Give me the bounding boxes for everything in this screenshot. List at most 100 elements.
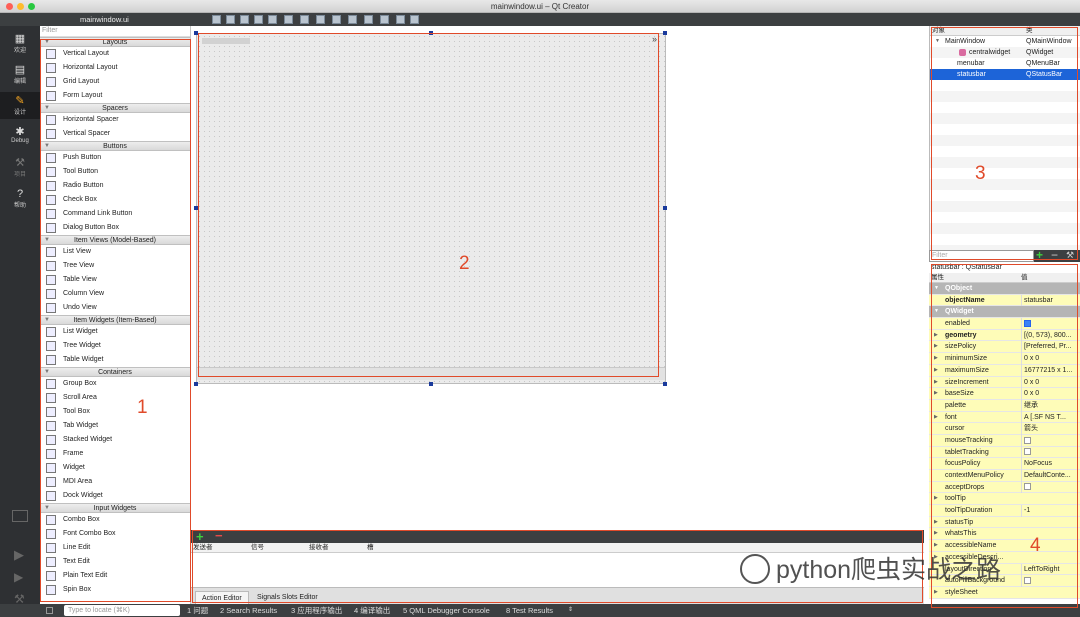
remove-connection-icon[interactable]: − bbox=[215, 528, 223, 543]
mode-design[interactable]: ✎ 设计 bbox=[0, 92, 40, 119]
property-value[interactable] bbox=[1021, 481, 1079, 494]
property-group-row[interactable]: ▼ QObject bbox=[929, 283, 1080, 295]
open-file-name[interactable]: mainwindow.ui bbox=[80, 13, 129, 26]
tab-action-editor[interactable]: Action Editor bbox=[195, 591, 249, 604]
expand-arrow-icon[interactable]: ▶ bbox=[934, 412, 938, 424]
toggle-sidebar-icon[interactable] bbox=[46, 607, 53, 614]
property-row[interactable]: ▶ maximumSize 16777215 x 1... bbox=[929, 364, 1080, 377]
property-row[interactable]: focusPolicy NoFocus bbox=[929, 458, 1080, 471]
property-checkbox[interactable] bbox=[1024, 436, 1031, 444]
property-row[interactable]: ▶ sizeIncrement 0 x 0 bbox=[929, 376, 1080, 389]
property-value[interactable]: 0 x 0 bbox=[1021, 388, 1079, 400]
toolbar-tool-icon[interactable] bbox=[226, 15, 235, 24]
widget-item[interactable]: Vertical Spacer bbox=[40, 127, 190, 141]
widget-item[interactable]: Tab Widget bbox=[40, 419, 190, 433]
mode-projects[interactable]: ⚒ 项目 bbox=[0, 154, 40, 181]
resize-handle[interactable] bbox=[663, 382, 667, 386]
toolbar-tool-icon[interactable] bbox=[410, 15, 419, 24]
property-value[interactable]: 0 x 0 bbox=[1021, 353, 1079, 365]
tab-issues[interactable]: 1 问题 bbox=[187, 604, 208, 617]
collapse-arrow-icon[interactable]: ▼ bbox=[44, 104, 50, 113]
property-row[interactable]: ▶ toolTip bbox=[929, 493, 1080, 506]
property-value[interactable]: A [.SF NS T... bbox=[1021, 411, 1079, 424]
column-class[interactable]: 类 bbox=[1026, 26, 1033, 36]
expand-arrow-icon[interactable]: ▶ bbox=[934, 353, 938, 365]
property-row[interactable]: toolTipDuration -1 bbox=[929, 505, 1080, 517]
toolbar-tool-icon[interactable] bbox=[300, 15, 309, 24]
tab-application-output[interactable]: 3 应用程序输出 bbox=[291, 604, 342, 617]
form-expand-icon[interactable]: » bbox=[652, 34, 657, 44]
property-row[interactable]: mouseTracking bbox=[929, 434, 1080, 447]
tab-signals-slots-editor[interactable]: Signals Slots Editor bbox=[251, 591, 324, 604]
toolbar-tool-icon[interactable] bbox=[332, 15, 341, 24]
object-row-menubar[interactable]: menubar QMenuBar bbox=[930, 58, 1080, 69]
toolbar-tool-icon[interactable] bbox=[268, 15, 277, 24]
widget-item[interactable]: Spin Box bbox=[40, 583, 190, 597]
column-receiver[interactable]: 接收者 bbox=[309, 543, 329, 553]
property-row[interactable]: ▶ font A [.SF NS T... bbox=[929, 411, 1080, 424]
widget-item[interactable]: Horizontal Spacer bbox=[40, 113, 190, 127]
widget-item[interactable]: Widget bbox=[40, 461, 190, 475]
column-value[interactable]: 值 bbox=[1021, 273, 1028, 283]
form-menubar-placeholder[interactable] bbox=[202, 38, 250, 44]
widget-filter-input[interactable]: Filter bbox=[40, 26, 190, 37]
tab-qml-debugger-console[interactable]: 5 QML Debugger Console bbox=[403, 604, 490, 617]
widget-category-header[interactable]: ▼ Item Views (Model-Based) bbox=[40, 235, 190, 245]
widget-item[interactable]: Tool Box bbox=[40, 405, 190, 419]
widget-item[interactable]: Scroll Area bbox=[40, 391, 190, 405]
property-row[interactable]: ▶ statusTip bbox=[929, 516, 1080, 529]
resize-handle[interactable] bbox=[429, 31, 433, 35]
debug-run-icon[interactable]: ▶ bbox=[14, 570, 23, 584]
widget-item[interactable]: Table View bbox=[40, 273, 190, 287]
column-sender[interactable]: 发送者 bbox=[193, 543, 213, 553]
expand-arrow-icon[interactable]: ▶ bbox=[934, 517, 938, 529]
property-row[interactable]: objectName statusbar bbox=[929, 294, 1080, 307]
add-property-icon[interactable]: + bbox=[1036, 248, 1043, 262]
property-filter-input[interactable]: Filter bbox=[929, 250, 1034, 262]
main-window-form[interactable] bbox=[196, 33, 666, 384]
property-row[interactable]: ▶ sizePolicy [Preferred, Pr... bbox=[929, 341, 1080, 354]
toolbar-tool-icon[interactable] bbox=[348, 15, 357, 24]
widget-item[interactable]: Form Layout bbox=[40, 89, 190, 103]
object-row-mainwindow[interactable]: ▼ MainWindow QMainWindow bbox=[930, 36, 1080, 47]
tab-search-results[interactable]: 2 Search Results bbox=[220, 604, 277, 617]
widget-item[interactable]: Stacked Widget bbox=[40, 433, 190, 447]
property-row[interactable]: tabletTracking bbox=[929, 446, 1080, 459]
collapse-arrow-icon[interactable]: ▼ bbox=[935, 36, 940, 47]
toolbar-tool-icon[interactable] bbox=[364, 15, 373, 24]
property-value[interactable] bbox=[1021, 434, 1079, 447]
widget-item[interactable]: Line Edit bbox=[40, 541, 190, 555]
toolbar-tool-icon[interactable] bbox=[396, 15, 405, 24]
property-row[interactable]: ▶ geometry [(0, 573), 800... bbox=[929, 329, 1080, 342]
collapse-arrow-icon[interactable]: ▼ bbox=[934, 283, 939, 295]
run-icon[interactable]: ▶ bbox=[14, 547, 24, 563]
widget-item[interactable]: List Widget bbox=[40, 325, 190, 339]
property-checkbox[interactable] bbox=[1024, 319, 1031, 327]
widget-item[interactable]: Combo Box bbox=[40, 513, 190, 527]
widget-item[interactable]: Dialog Button Box bbox=[40, 221, 190, 235]
widget-item[interactable]: Tree View bbox=[40, 259, 190, 273]
property-checkbox[interactable] bbox=[1024, 483, 1031, 491]
widget-item[interactable]: Check Box bbox=[40, 193, 190, 207]
toolbar-tool-icon[interactable] bbox=[380, 15, 389, 24]
resize-handle[interactable] bbox=[429, 382, 433, 386]
close-window-button[interactable] bbox=[6, 3, 13, 10]
tab-compile-output[interactable]: 4 编译输出 bbox=[354, 604, 390, 617]
property-row[interactable]: contextMenuPolicy DefaultConte... bbox=[929, 470, 1080, 482]
widget-item[interactable]: Group Box bbox=[40, 377, 190, 391]
resize-handle[interactable] bbox=[663, 31, 667, 35]
property-group-row[interactable]: ▼ QWidget bbox=[929, 306, 1080, 319]
property-value[interactable]: 16777215 x 1... bbox=[1021, 364, 1079, 377]
expand-arrow-icon[interactable]: ▶ bbox=[934, 341, 938, 353]
property-value[interactable]: statusbar bbox=[1021, 294, 1079, 307]
expand-arrow-icon[interactable]: ▶ bbox=[934, 528, 938, 540]
property-value[interactable]: 0 x 0 bbox=[1021, 376, 1079, 389]
column-property[interactable]: 属性 bbox=[931, 273, 944, 283]
widget-item[interactable]: Text Edit bbox=[40, 555, 190, 569]
property-row[interactable]: ▶ baseSize 0 x 0 bbox=[929, 388, 1080, 400]
widget-item[interactable]: Column View bbox=[40, 287, 190, 301]
property-checkbox[interactable] bbox=[1024, 448, 1031, 456]
property-row[interactable]: ▶ minimumSize 0 x 0 bbox=[929, 353, 1080, 365]
form-statusbar[interactable] bbox=[197, 367, 665, 380]
property-value[interactable]: 继承 bbox=[1021, 399, 1079, 412]
